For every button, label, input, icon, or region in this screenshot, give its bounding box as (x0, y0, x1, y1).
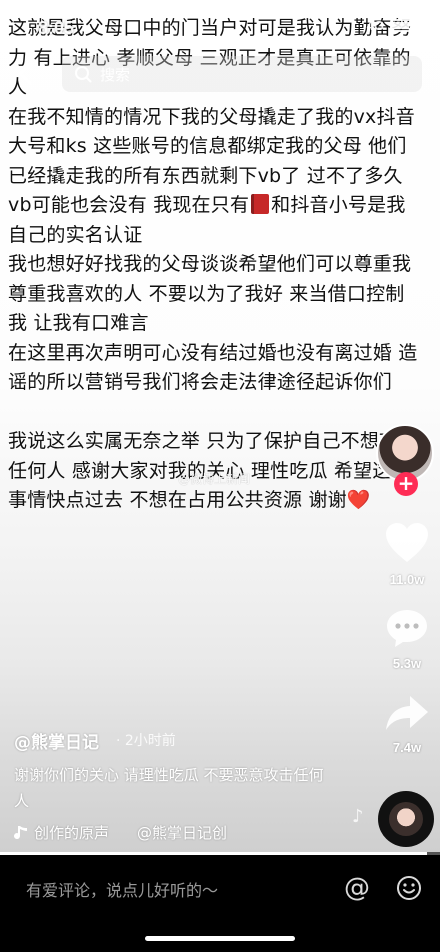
disc-cover (389, 802, 423, 836)
follow-button[interactable]: + (394, 472, 418, 496)
post-line: 在我不知情的情况下我的父母撬走了我的vx抖音 (8, 105, 415, 128)
post-time: · 2小时前 (116, 733, 176, 749)
post-line: 自己的实名认证 (8, 223, 143, 246)
watermark: @微博上新闻 (178, 472, 251, 486)
post-line: 我说这么实属无奈之举 只为了保护自己不想攻击 (8, 430, 418, 452)
music-label: 创作的原声 (34, 824, 110, 842)
post-line-part: 事情快点过去 不想在占用公共资源 谢谢 (8, 489, 347, 511)
video-caption[interactable]: 谢谢你们的关心 请理性吃瓜 不要恶意攻击任何人 (14, 762, 324, 814)
back-arrow-icon[interactable] (14, 62, 38, 86)
comment-button[interactable]: 5.3w (384, 608, 430, 671)
post-line-part: vb可能也会没有 我现在只有 (8, 194, 250, 216)
search-placeholder: 搜索 (100, 65, 131, 84)
post-line: 事情快点过去 不想在占用公共资源 谢谢❤️ (8, 486, 432, 516)
share-button[interactable]: 7.4w (384, 694, 430, 755)
floating-note-icon: ♪ (352, 806, 364, 827)
home-indicator[interactable] (145, 936, 295, 941)
network-label: 4G (366, 18, 384, 33)
comment-bar[interactable]: 有爱评论，说点儿好听的～ @ (0, 855, 440, 921)
music-info[interactable]: 创作的原声 @熊掌日记创 (14, 822, 227, 843)
battery-icon (390, 19, 416, 32)
emoji-icon[interactable] (396, 875, 422, 901)
heart-emoji-icon: ❤️ (346, 489, 371, 511)
post-line: 已经撬走我的所有东西就剩下vb了 过不了多久 (8, 164, 403, 187)
music-author: @熊掌日记创 (137, 824, 228, 842)
post-line: 尊重我喜欢的人 不要以为了我好 来当借口控制 (8, 282, 405, 305)
video-player[interactable]: 这就是我父母口中的门当户对可是我认为勤奋努 力 有上进心 孝顺父母 三观正才是真… (0, 0, 440, 852)
post-line: 大号和ks 这些账号的信息都绑定我的父母 他们 (8, 135, 407, 157)
search-icon (75, 66, 92, 83)
heart-icon (386, 523, 428, 562)
comment-icon (387, 610, 427, 647)
post-line: vb可能也会没有 我现在只有 和抖音小号是我 (8, 191, 432, 221)
post-line: 我 让我有口难言 (8, 312, 149, 334)
comment-input[interactable]: 有爱评论，说点儿好听的～ (26, 877, 218, 901)
author-avatar[interactable]: + (376, 424, 436, 496)
music-note-icon (14, 825, 27, 839)
like-button[interactable]: 11.0w (384, 522, 430, 587)
author-name[interactable]: @熊掌日记 (14, 728, 99, 753)
share-arrow-icon (386, 696, 428, 730)
post-line: 在这里再次声明可心没有结过婚也没有离过婚 造 (8, 341, 418, 364)
post-line-part: 和抖音小号是我 (271, 194, 406, 216)
comment-count: 5.3w (392, 656, 422, 671)
status-indicators: 4G (367, 18, 416, 33)
post-line: 谣的所以营销号我们将会走法律途径起诉你们 (8, 371, 393, 393)
at-mention-icon[interactable]: @ (344, 873, 370, 903)
search-input[interactable]: 搜索 (62, 56, 422, 92)
book-emoji-icon (251, 194, 270, 214)
like-count: 11.0w (389, 572, 425, 587)
share-count: 7.4w (392, 740, 422, 755)
post-line: 我也想好好找我的父母谈谈希望他们可以尊重我 (8, 253, 412, 275)
music-disc[interactable] (378, 791, 434, 847)
status-time: 8:05 (38, 18, 75, 38)
